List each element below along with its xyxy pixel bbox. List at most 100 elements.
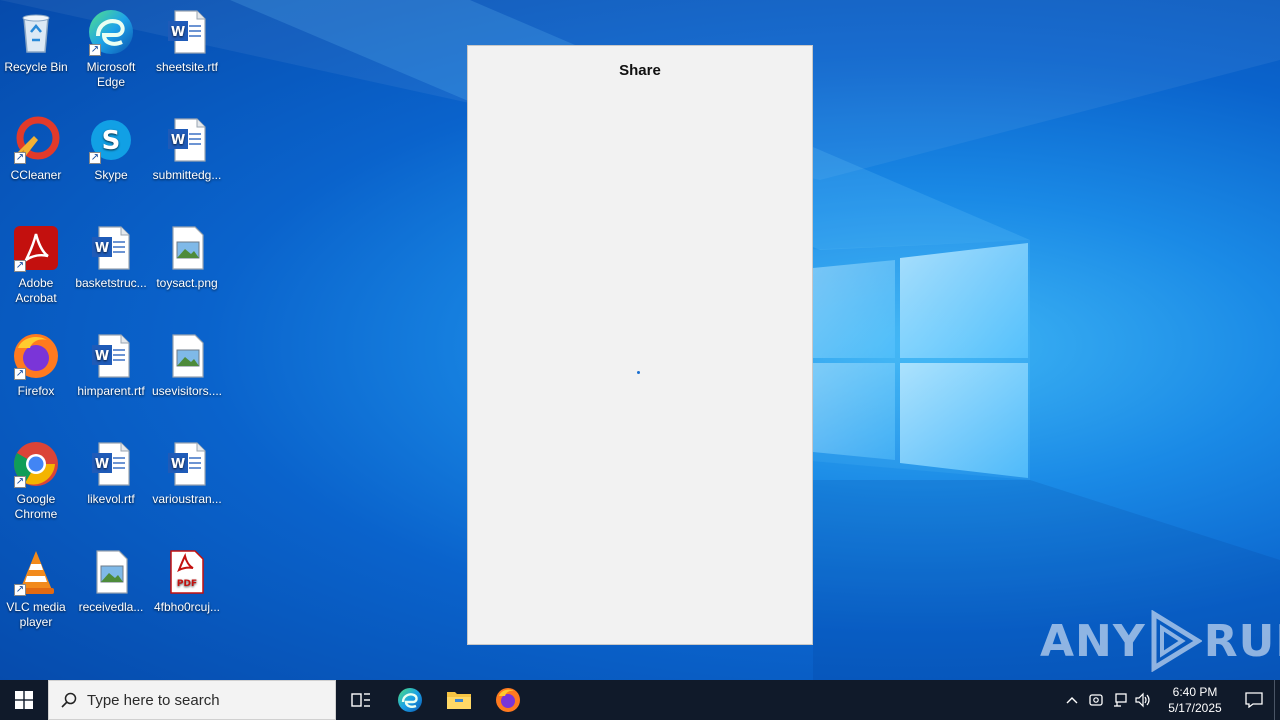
- desktop-icon-label: usevisitors....: [151, 384, 223, 398]
- desktop-icon-5[interactable]: S ↗ Skype: [73, 116, 149, 183]
- share-dialog[interactable]: Share: [467, 45, 813, 645]
- desktop-icon-label: Recycle Bin: [4, 60, 68, 74]
- taskbar-firefox-button[interactable]: [483, 680, 532, 720]
- word-document-icon: W: [163, 8, 211, 56]
- shortcut-arrow-icon: ↗: [14, 368, 26, 380]
- anyrun-watermark: ANY RUN: [1040, 610, 1280, 672]
- desktop-icon-label: varioustran...: [152, 492, 222, 506]
- acrobat-icon: ↗: [12, 224, 60, 272]
- file-explorer-icon: [446, 692, 471, 709]
- firefox-icon: [495, 688, 520, 712]
- desktop-icon-label: Firefox: [17, 384, 55, 398]
- watermark-text-left: ANY: [1040, 615, 1146, 667]
- shortcut-arrow-icon: ↗: [14, 476, 26, 488]
- desktop-icon-6[interactable]: Wsubmittedg...: [149, 116, 225, 183]
- shortcut-arrow-icon: ↗: [14, 584, 26, 596]
- desktop-icon-label: Google Chrome: [14, 492, 58, 521]
- svg-text:W: W: [171, 133, 185, 148]
- desktop-icon-label: 4fbho0rcuj...: [153, 600, 221, 614]
- pdf-file-icon: PDF: [163, 548, 211, 596]
- desktop-icon-label: Microsoft Edge: [86, 60, 136, 89]
- shortcut-arrow-icon: ↗: [89, 152, 101, 164]
- vlc-icon: ↗: [12, 548, 60, 596]
- desktop-icon-label: sheetsite.rtf: [155, 60, 219, 74]
- start-button[interactable]: [0, 680, 48, 720]
- shortcut-arrow-icon: ↗: [89, 44, 101, 56]
- play-triangle-icon: [1151, 610, 1202, 672]
- desktop-icon-label: himparent.rtf: [77, 384, 145, 398]
- image-file-icon: [163, 332, 211, 380]
- desktop-icon-14[interactable]: Wlikevol.rtf: [73, 440, 149, 507]
- firefox-icon: ↗: [12, 332, 60, 380]
- task-view-button[interactable]: [336, 680, 385, 720]
- desktop-icon-label: toysact.png: [156, 276, 218, 290]
- show-desktop-button[interactable]: [1274, 680, 1280, 720]
- tray-volume-button[interactable]: [1132, 680, 1156, 720]
- clock-time: 6:40 PM: [1172, 685, 1218, 699]
- image-file-icon: [87, 548, 135, 596]
- svg-text:PDF: PDF: [177, 579, 197, 589]
- desktop-icon-15[interactable]: Wvarioustran...: [149, 440, 225, 507]
- share-title: Share: [619, 62, 661, 79]
- network-icon: [1114, 693, 1127, 707]
- action-center-button[interactable]: [1234, 680, 1274, 720]
- desktop-icon-7[interactable]: ↗ Adobe Acrobat: [0, 224, 74, 306]
- desktop-icon-4[interactable]: ↗ CCleaner: [0, 116, 74, 183]
- clock-date: 5/17/2025: [1168, 701, 1222, 715]
- desktop-icon-label: CCleaner: [10, 168, 62, 182]
- desktop-icon-label: basketstruc...: [75, 276, 147, 290]
- desktop-icon-label: VLC media player: [6, 600, 66, 629]
- word-document-icon: W: [87, 224, 135, 272]
- word-document-icon: W: [163, 116, 211, 164]
- desktop-icon-label: Skype: [94, 168, 128, 182]
- desktop-icon-13[interactable]: ↗ Google Chrome: [0, 440, 74, 522]
- image-file-icon: [163, 224, 211, 272]
- edge-icon: [397, 688, 422, 712]
- tray-network-button[interactable]: [1108, 680, 1132, 720]
- desktop-icon-label: submittedg...: [152, 168, 222, 182]
- shortcut-arrow-icon: ↗: [14, 152, 26, 164]
- svg-text:W: W: [171, 457, 185, 472]
- word-document-icon: W: [87, 440, 135, 488]
- svg-text:S: S: [102, 126, 121, 156]
- svg-text:W: W: [171, 25, 185, 40]
- word-document-icon: W: [163, 440, 211, 488]
- word-document-icon: W: [87, 332, 135, 380]
- desktop-icon-16[interactable]: ↗ VLC media player: [0, 548, 74, 630]
- volume-icon: [1135, 692, 1150, 708]
- desktop-icon-label: receivedla...: [78, 600, 144, 614]
- windows-start-icon: [15, 691, 33, 709]
- search-icon: [61, 692, 77, 708]
- desktop-icon-3[interactable]: Wsheetsite.rtf: [149, 8, 225, 75]
- tray-meet-now-button[interactable]: [1084, 680, 1108, 720]
- chevron-up-icon: [1066, 697, 1078, 704]
- meet-now-icon: [1089, 694, 1103, 706]
- ccleaner-icon: ↗: [12, 116, 60, 164]
- desktop-icon-1[interactable]: Recycle Bin: [0, 8, 74, 75]
- watermark-text-right: RUN: [1203, 615, 1280, 667]
- taskbar-file-explorer-button[interactable]: [434, 680, 483, 720]
- desktop-icon-12[interactable]: usevisitors....: [149, 332, 225, 399]
- desktop-icon-10[interactable]: ↗ Firefox: [0, 332, 74, 399]
- svg-text:W: W: [95, 457, 109, 472]
- taskbar: 6:40 PM 5/17/2025: [0, 680, 1280, 720]
- desktop-icon-2[interactable]: ↗ Microsoft Edge: [73, 8, 149, 90]
- system-tray: 6:40 PM 5/17/2025: [1060, 680, 1280, 720]
- taskbar-edge-button[interactable]: [385, 680, 434, 720]
- desktop-icon-11[interactable]: Whimparent.rtf: [73, 332, 149, 399]
- taskbar-clock[interactable]: 6:40 PM 5/17/2025: [1160, 684, 1230, 716]
- chrome-icon: ↗: [12, 440, 60, 488]
- search-input[interactable]: [87, 691, 327, 709]
- desktop-icon-17[interactable]: receivedla...: [73, 548, 149, 615]
- svg-text:W: W: [95, 349, 109, 364]
- desktop-icon-9[interactable]: toysact.png: [149, 224, 225, 291]
- taskbar-search-box[interactable]: [48, 680, 336, 720]
- desktop-icon-8[interactable]: Wbasketstruc...: [73, 224, 149, 291]
- svg-text:W: W: [95, 241, 109, 256]
- edge-icon: ↗: [87, 8, 135, 56]
- desktop-icon-label: likevol.rtf: [87, 492, 135, 506]
- windows-logo-wallpaper: [813, 243, 1028, 478]
- show-hidden-icons-button[interactable]: [1060, 680, 1084, 720]
- desktop-icon-18[interactable]: PDF 4fbho0rcuj...: [149, 548, 225, 615]
- shortcut-arrow-icon: ↗: [14, 260, 26, 272]
